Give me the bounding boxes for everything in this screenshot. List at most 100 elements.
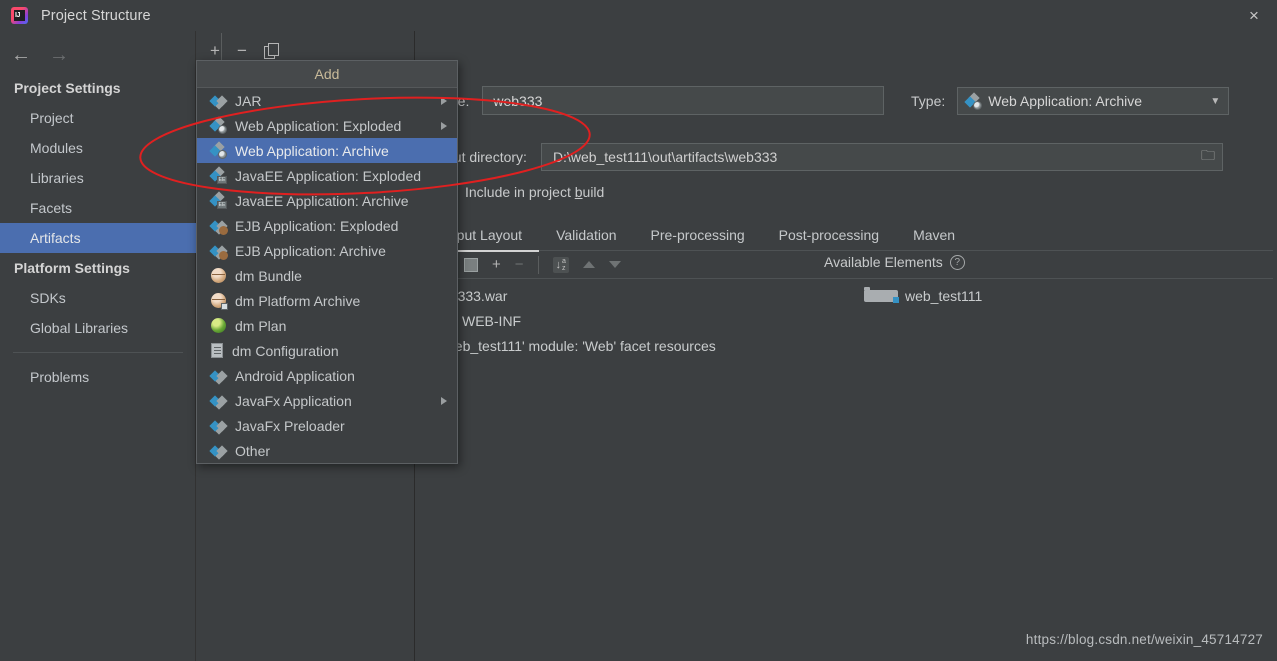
sidebar-item-problems[interactable]: Problems	[0, 362, 196, 392]
sidebar-group-project-settings: Project Settings	[14, 80, 121, 96]
dm-platform-archive-icon	[211, 293, 228, 310]
available-item-label: web_test111	[905, 287, 983, 304]
add-artifact-button[interactable]: +	[210, 42, 220, 59]
close-icon[interactable]: ×	[1231, 0, 1277, 31]
navigation-arrows: ← →	[0, 40, 196, 70]
name-field-row: me: web333	[446, 86, 885, 115]
menu-item-label: JAR	[235, 92, 262, 109]
sidebar-divider	[13, 352, 183, 353]
sidebar-item-libraries[interactable]: Libraries	[0, 163, 196, 193]
submenu-arrow-icon	[441, 121, 447, 130]
sidebar-list: Project Settings Project Modules Librari…	[0, 73, 196, 392]
jar-icon	[209, 93, 228, 110]
chevron-down-icon: ▼	[1210, 95, 1221, 107]
toolbar-separator	[537, 255, 539, 274]
project-structure-window: IJ Project Structure × ← → Project Setti…	[0, 0, 1277, 661]
web-archive-icon	[209, 141, 227, 159]
output-directory-row: put directory: D:\web_test111\out\artifa…	[446, 143, 1223, 171]
artifact-details-panel: me: web333 Type: Web Application: Archiv…	[416, 31, 1277, 661]
menu-item-jar[interactable]: JAR	[197, 88, 457, 113]
menu-item-web-application-archive[interactable]: Web Application: Archive	[197, 138, 457, 163]
folder-open-icon[interactable]: 🗀	[1201, 145, 1215, 169]
tree-item-label: WEB-INF	[462, 312, 522, 329]
intellij-idea-icon: IJ	[11, 7, 28, 24]
menu-item-ejb-application-exploded[interactable]: EJB Application: Exploded	[197, 213, 457, 238]
type-label: Type:	[911, 93, 946, 109]
remove-element-button[interactable]: −	[515, 257, 524, 272]
dm-bundle-icon	[211, 268, 226, 283]
ejb-archive-icon	[209, 243, 228, 260]
menu-item-label: Other	[235, 442, 271, 459]
menu-item-label: EJB Application: Archive	[235, 242, 386, 259]
menu-item-android-application[interactable]: Android Application	[197, 363, 457, 388]
artifact-name-input[interactable]: web333	[482, 86, 885, 115]
move-down-icon[interactable]	[608, 261, 621, 268]
tab-post-processing[interactable]: Post-processing	[762, 219, 896, 251]
help-icon[interactable]: ?	[949, 254, 965, 270]
artifact-tabs: utput Layout Validation Pre-processing P…	[428, 219, 1273, 252]
menu-item-dm-configuration[interactable]: dm Configuration	[197, 338, 457, 363]
sort-alpha-icon[interactable]: ↓ az	[552, 256, 569, 273]
dm-configuration-icon	[211, 343, 223, 358]
tree-item-label: 'web_test111' module: 'Web' facet resour…	[442, 337, 716, 354]
tab-pre-processing[interactable]: Pre-processing	[634, 219, 762, 251]
menu-item-label: JavaEE Application: Archive	[235, 192, 409, 209]
menu-item-web-application-exploded[interactable]: Web Application: Exploded	[197, 113, 457, 138]
web-archive-icon	[964, 91, 983, 110]
forward-arrow-icon[interactable]: →	[49, 45, 69, 65]
watermark-url: https://blog.csdn.net/weixin_45714727	[1025, 632, 1263, 647]
table-row[interactable]: WEB-INF	[422, 308, 822, 333]
table-row[interactable]: eb333.war	[422, 283, 822, 308]
menu-item-javafx-application[interactable]: JavaFx Application	[197, 388, 457, 413]
javaee-archive-icon: EE	[209, 191, 227, 209]
submenu-arrow-icon	[441, 96, 447, 105]
menu-item-javaee-application-exploded[interactable]: EE JavaEE Application: Exploded	[197, 163, 457, 188]
menu-item-dm-platform-archive[interactable]: dm Platform Archive	[197, 288, 457, 313]
module-folder-icon	[864, 286, 899, 303]
ejb-exploded-icon	[209, 218, 228, 235]
sidebar-item-sdks[interactable]: SDKs	[0, 283, 196, 313]
artifact-type-combobox[interactable]: Web Application: Archive ▼	[957, 87, 1230, 115]
menu-item-label: Web Application: Archive	[235, 142, 389, 159]
dm-plan-icon	[211, 318, 226, 333]
web-exploded-icon	[209, 116, 227, 134]
sidebar-group-platform-settings: Platform Settings	[14, 260, 130, 276]
move-up-icon[interactable]	[582, 261, 595, 268]
table-row[interactable]: 'web_test111' module: 'Web' facet resour…	[422, 333, 822, 358]
copy-artifact-icon[interactable]	[263, 43, 279, 59]
sidebar-item-facets[interactable]: Facets	[0, 193, 196, 223]
list-item[interactable]: web_test111	[864, 283, 1244, 308]
settings-sidebar: ← → Project Settings Project Modules Lib…	[0, 31, 196, 661]
artifact-type-value: Web Application: Archive	[988, 93, 1143, 109]
javaee-exploded-icon: EE	[209, 166, 227, 184]
menu-item-label: JavaFx Preloader	[235, 417, 345, 434]
sidebar-item-global-libraries[interactable]: Global Libraries	[0, 313, 196, 343]
menu-item-dm-bundle[interactable]: dm Bundle	[197, 263, 457, 288]
include-in-build-label: Include in project build	[465, 184, 605, 200]
menu-item-javafx-preloader[interactable]: JavaFx Preloader	[197, 413, 457, 438]
tab-validation[interactable]: Validation	[539, 219, 633, 251]
popup-title: Add	[197, 61, 457, 88]
menu-item-other[interactable]: Other	[197, 438, 457, 463]
title-bar: IJ Project Structure ×	[0, 0, 1277, 31]
remove-artifact-button[interactable]: −	[237, 42, 247, 59]
menu-item-dm-plan[interactable]: dm Plan	[197, 313, 457, 338]
tab-maven[interactable]: Maven	[896, 219, 972, 251]
available-elements-header: Available Elements ?	[824, 254, 965, 270]
menu-item-javaee-application-archive[interactable]: EE JavaEE Application: Archive	[197, 188, 457, 213]
output-directory-input[interactable]: D:\web_test111\out\artifacts\web333 🗀	[540, 143, 1223, 171]
include-in-build-row[interactable]: Include in project build	[444, 184, 604, 200]
menu-item-label: JavaFx Application	[235, 392, 352, 409]
sidebar-item-artifacts[interactable]: Artifacts	[0, 223, 196, 253]
sidebar-item-modules[interactable]: Modules	[0, 133, 196, 163]
other-icon	[209, 443, 228, 460]
menu-item-label: dm Configuration	[232, 342, 339, 359]
archive-icon[interactable]	[464, 257, 478, 272]
available-elements-label: Available Elements	[824, 254, 943, 270]
sidebar-item-project[interactable]: Project	[0, 103, 196, 133]
add-element-button[interactable]: +	[492, 257, 501, 272]
menu-item-ejb-application-archive[interactable]: EJB Application: Archive	[197, 238, 457, 263]
window-title: Project Structure	[41, 7, 151, 24]
toolbar-divider	[221, 33, 222, 63]
back-arrow-icon[interactable]: ←	[11, 45, 31, 65]
